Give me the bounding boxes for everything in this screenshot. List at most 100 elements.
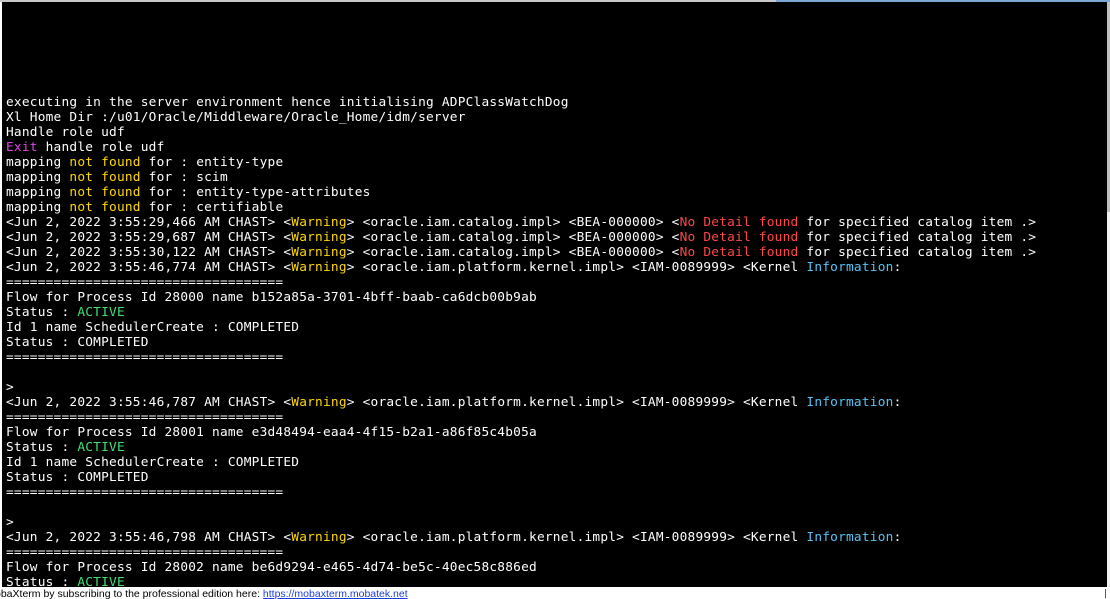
- terminal-text: ===================================: [6, 545, 284, 560]
- terminal-text: <Jun 2, 2022 3:55:46,787 AM CHAST> <: [6, 395, 292, 410]
- terminal-line: <Jun 2, 2022 3:55:29,466 AM CHAST> <Warn…: [6, 215, 1107, 230]
- terminal-text: mapping: [6, 185, 70, 200]
- terminal-text-yellow: not found: [69, 200, 141, 215]
- terminal-text-warn: Warning: [291, 530, 347, 545]
- terminal-text-yellow: not found: [69, 185, 141, 200]
- terminal-text: mapping: [6, 155, 70, 170]
- terminal-line: Status : ACTIVE: [6, 440, 1107, 455]
- terminal-text: <Jun 2, 2022 3:55:46,774 AM CHAST> <: [6, 260, 292, 275]
- terminal-line: Status : ACTIVE: [6, 305, 1107, 320]
- terminal-text-cyan: Information: [806, 530, 894, 545]
- terminal-text: Xl Home Dir :/u01/Oracle/Middleware/Orac…: [6, 110, 466, 125]
- status-bar-message: obaXterm by subscribing to the professio…: [0, 588, 408, 599]
- terminal-line: <Jun 2, 2022 3:55:30,122 AM CHAST> <Warn…: [6, 245, 1107, 260]
- terminal-text-yellow: not found: [69, 155, 141, 170]
- terminal-text: :: [893, 395, 902, 410]
- terminal-text: > <oracle.iam.catalog.impl> <BEA-000000>…: [346, 215, 680, 230]
- terminal-line: Flow for Process Id 28001 name e3d48494-…: [6, 425, 1107, 440]
- terminal-text: for : certifiable: [140, 200, 284, 215]
- terminal-text-magenta: Exit: [6, 140, 38, 155]
- terminal-text-warn: Warning: [291, 215, 347, 230]
- terminal-line: ===================================: [6, 275, 1107, 290]
- terminal-line: ===================================: [6, 350, 1107, 365]
- terminal-output[interactable]: executing in the server environment henc…: [2, 2, 1107, 587]
- terminal-text-green: ACTIVE: [77, 305, 125, 320]
- terminal-text: Status :: [6, 575, 78, 587]
- terminal-text: > <oracle.iam.platform.kernel.impl> <IAM…: [346, 260, 807, 275]
- terminal-text: Flow for Process Id 28000 name b152a85a-…: [6, 290, 537, 305]
- terminal-line: Flow for Process Id 28000 name b152a85a-…: [6, 290, 1107, 305]
- terminal-line: Xl Home Dir :/u01/Oracle/Middleware/Orac…: [6, 110, 1107, 125]
- terminal-text: Status :: [6, 440, 78, 455]
- terminal-text-red: No Detail found: [679, 230, 799, 245]
- terminal-text: Flow for Process Id 28002 name be6d9294-…: [6, 560, 537, 575]
- terminal-text-cyan: Information: [806, 260, 894, 275]
- terminal-text: executing in the server environment henc…: [6, 95, 569, 110]
- terminal-text: Status :: [6, 305, 78, 320]
- terminal-text: ===================================: [6, 350, 284, 365]
- terminal-text: ===================================: [6, 485, 284, 500]
- terminal-text: <Jun 2, 2022 3:55:29,466 AM CHAST> <: [6, 215, 292, 230]
- terminal-text-warn: Warning: [291, 245, 347, 260]
- terminal-text-green: ACTIVE: [77, 575, 125, 587]
- terminal-text: <Jun 2, 2022 3:55:46,798 AM CHAST> <: [6, 530, 292, 545]
- terminal-text: for : entity-type: [140, 155, 284, 170]
- terminal-text: Flow for Process Id 28001 name e3d48494-…: [6, 425, 537, 440]
- status-bar-text: obaXterm by subscribing to the professio…: [0, 588, 260, 599]
- terminal-text: > <oracle.iam.catalog.impl> <BEA-000000>…: [346, 230, 680, 245]
- terminal-text: >: [6, 380, 14, 395]
- terminal-text: Status : COMPLETED: [6, 470, 149, 485]
- terminal-text: <Jun 2, 2022 3:55:30,122 AM CHAST> <: [6, 245, 292, 260]
- terminal-text: for specified catalog item .>: [798, 230, 1037, 245]
- terminal-line: mapping not found for : entity-type: [6, 155, 1107, 170]
- terminal-text-cyan: Information: [806, 395, 894, 410]
- terminal-text: for : entity-type-attributes: [140, 185, 371, 200]
- terminal-text: Handle role udf: [6, 125, 125, 140]
- terminal-line: Flow for Process Id 28002 name be6d9294-…: [6, 560, 1107, 575]
- terminal-line: mapping not found for : certifiable: [6, 200, 1107, 215]
- terminal-line: <Jun 2, 2022 3:55:46,774 AM CHAST> <Warn…: [6, 260, 1107, 275]
- terminal-text: handle role udf: [37, 140, 165, 155]
- professional-edition-link[interactable]: https://mobaxterm.mobatek.net: [263, 588, 408, 599]
- terminal-text: >: [6, 515, 14, 530]
- terminal-line: ===================================: [6, 410, 1107, 425]
- terminal-text: > <oracle.iam.platform.kernel.impl> <IAM…: [346, 530, 807, 545]
- terminal-line: Handle role udf: [6, 125, 1107, 140]
- terminal-line: Exit handle role udf: [6, 140, 1107, 155]
- terminal-text: for specified catalog item .>: [798, 215, 1037, 230]
- terminal-line: Status : COMPLETED: [6, 470, 1107, 485]
- terminal-text-yellow: not found: [69, 170, 141, 185]
- terminal-line: Status : COMPLETED: [6, 335, 1107, 350]
- terminal-line: >: [6, 515, 1107, 530]
- terminal-text-green: ACTIVE: [77, 440, 125, 455]
- terminal-line: Status : ACTIVE: [6, 575, 1107, 587]
- terminal-text: :: [893, 530, 902, 545]
- terminal-line: >: [6, 380, 1107, 395]
- terminal-line: <Jun 2, 2022 3:55:46,798 AM CHAST> <Warn…: [6, 530, 1107, 545]
- terminal-line: ===================================: [6, 545, 1107, 560]
- terminal-line: Id 1 name SchedulerCreate : COMPLETED: [6, 455, 1107, 470]
- terminal-text: Status : COMPLETED: [6, 335, 149, 350]
- terminal-text: mapping: [6, 170, 70, 185]
- terminal-text-warn: Warning: [291, 260, 347, 275]
- terminal-line: Id 1 name SchedulerCreate : COMPLETED: [6, 320, 1107, 335]
- terminal-text: for : scim: [140, 170, 228, 185]
- terminal-text-red: No Detail found: [679, 215, 799, 230]
- terminal-line: ===================================: [6, 485, 1107, 500]
- terminal-screen: executing in the server environment henc…: [6, 95, 1107, 587]
- terminal-text: :: [893, 260, 902, 275]
- terminal-text-warn: Warning: [291, 395, 347, 410]
- terminal-text: Id 1 name SchedulerCreate : COMPLETED: [6, 455, 300, 470]
- terminal-text: ===================================: [6, 410, 284, 425]
- terminal-line: <Jun 2, 2022 3:55:29,687 AM CHAST> <Warn…: [6, 230, 1107, 245]
- terminal-text: mapping: [6, 200, 70, 215]
- status-bar-corner: [1105, 589, 1110, 598]
- terminal-line: <Jun 2, 2022 3:55:46,787 AM CHAST> <Warn…: [6, 395, 1107, 410]
- status-bar: obaXterm by subscribing to the professio…: [0, 587, 1110, 599]
- terminal-text-warn: Warning: [291, 230, 347, 245]
- terminal-text: Id 1 name SchedulerCreate : COMPLETED: [6, 320, 300, 335]
- terminal-line: executing in the server environment henc…: [6, 95, 1107, 110]
- terminal-line: mapping not found for : entity-type-attr…: [6, 185, 1107, 200]
